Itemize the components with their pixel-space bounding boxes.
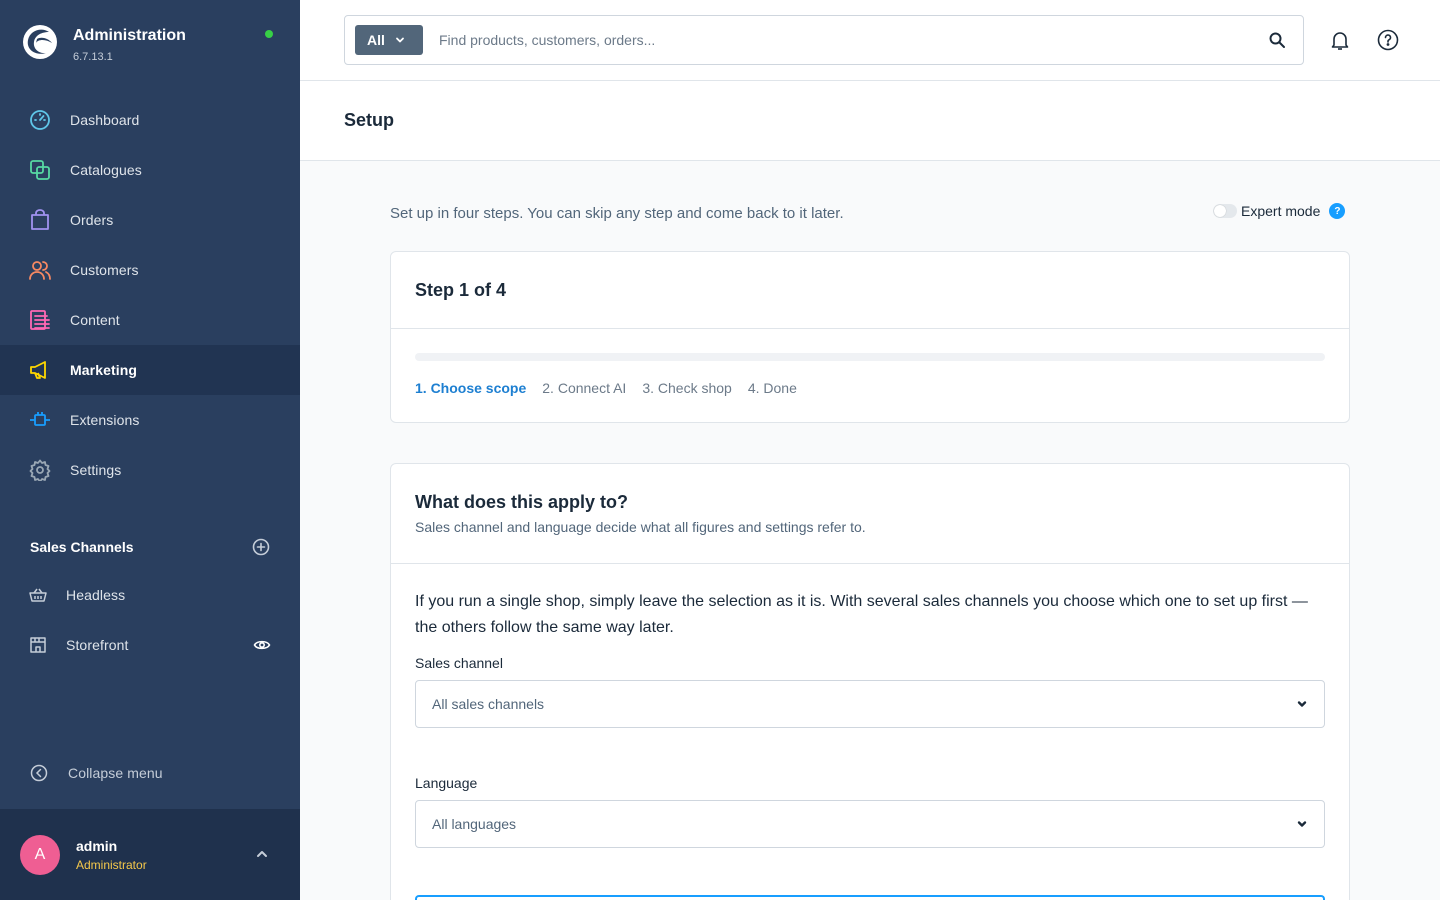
sidebar-item-dashboard[interactable]: Dashboard (0, 95, 300, 145)
sidebar-item-catalogues[interactable]: Catalogues (0, 145, 300, 195)
language-select[interactable]: All languages (415, 800, 1325, 848)
page-title: Setup (344, 110, 395, 130)
avatar: A (20, 834, 60, 875)
chevron-down-icon (395, 35, 405, 45)
sales-channel-storefront[interactable]: Storefront (0, 620, 300, 670)
sidebar-item-settings[interactable]: Settings (0, 445, 300, 495)
sidebar-item-label: Extensions (70, 412, 140, 428)
sales-channel-value: All sales channels (432, 696, 545, 712)
step-choose-scope[interactable]: 1. Choose scope (415, 380, 526, 396)
chevron-up-icon[interactable] (254, 846, 270, 862)
app-title: Administration (73, 27, 186, 44)
collapse-menu-button[interactable]: Collapse menu (30, 764, 163, 782)
brand[interactable]: Administration 6.7.13.1 (22, 24, 186, 63)
search-type-select[interactable]: All (355, 25, 423, 55)
next-field-focused-edge[interactable] (415, 895, 1325, 900)
sidebar-item-marketing[interactable]: Marketing (0, 345, 300, 395)
shopware-logo-icon (23, 25, 57, 59)
scope-card: What does this apply to? Sales channel a… (390, 463, 1350, 900)
step-list: 1. Choose scope 2. Connect AI 3. Check s… (415, 380, 813, 396)
language-field-label: Language (415, 775, 478, 791)
sidebar-item-label: Dashboard (70, 112, 140, 128)
scope-card-title: What does this apply to? (415, 492, 629, 512)
sidebar-item-label: Customers (70, 262, 139, 278)
help-icon[interactable] (1376, 28, 1400, 52)
sidebar-item-label: Content (70, 312, 120, 328)
user-name: admin (76, 837, 118, 854)
bell-icon[interactable] (1328, 28, 1352, 52)
catalogue-icon (28, 158, 52, 182)
scope-card-header: What does this apply to? Sales channel a… (391, 464, 1349, 564)
add-sales-channel-icon[interactable] (252, 538, 270, 556)
brand-text: Administration 6.7.13.1 (73, 27, 186, 63)
chevron-left-circle-icon (30, 764, 48, 782)
step-check-shop[interactable]: 3. Check shop (642, 380, 732, 396)
question-icon[interactable]: ? (1329, 203, 1346, 219)
sidebar-item-label: Catalogues (70, 162, 142, 178)
search-input[interactable] (439, 32, 1267, 48)
plug-icon (28, 408, 52, 432)
eye-icon[interactable] (252, 635, 272, 655)
content-icon (28, 308, 52, 332)
sidebar-item-label: Settings (70, 462, 122, 478)
sales-channels-header: Sales Channels (30, 538, 270, 556)
collapse-menu-label: Collapse menu (68, 765, 163, 781)
sidebar-item-content[interactable]: Content (0, 295, 300, 345)
sales-channel-label: Headless (66, 587, 126, 603)
chevron-down-icon (1296, 698, 1308, 710)
step-connect-ai[interactable]: 2. Connect AI (542, 380, 626, 396)
step-counter: Step 1 of 4 (415, 280, 507, 300)
sales-channel-list: Headless Storefront (0, 570, 300, 670)
expert-mode: Expert mode ? (1213, 203, 1346, 219)
basket-icon (28, 585, 48, 605)
sidebar-item-label: Marketing (70, 362, 138, 378)
sidebar-item-extensions[interactable]: Extensions (0, 395, 300, 445)
expert-mode-toggle[interactable] (1213, 204, 1237, 218)
sidebar-item-label: Orders (70, 212, 114, 228)
megaphone-icon (28, 358, 52, 382)
sales-channel-headless[interactable]: Headless (0, 570, 300, 620)
progress-bar (415, 353, 1325, 361)
scope-description: If you run a single shop, simply leave t… (415, 593, 1308, 636)
gear-icon (28, 458, 52, 482)
step-done[interactable]: 4. Done (748, 380, 797, 396)
app-version: 6.7.13.1 (73, 51, 113, 63)
language-value: All languages (432, 816, 517, 832)
intro-text: Set up in four steps. You can skip any s… (390, 205, 844, 222)
sales-channel-label: Storefront (66, 637, 129, 653)
sidebar-item-orders[interactable]: Orders (0, 195, 300, 245)
shopping-bag-icon (28, 208, 52, 232)
search-type-label: All (367, 32, 385, 48)
user-menu[interactable]: A admin Administrator (0, 809, 300, 900)
user-role: Administrator (76, 857, 147, 872)
steps-card: Step 1 of 4 1. Choose scope 2. Connect A… (390, 251, 1350, 423)
global-search: All (344, 15, 1304, 65)
chevron-down-icon (1296, 818, 1308, 830)
gauge-icon (28, 108, 52, 132)
status-indicator (265, 30, 273, 38)
steps-card-header: Step 1 of 4 (391, 252, 1349, 329)
scope-card-subtitle: Sales channel and language decide what a… (415, 519, 866, 535)
sales-channels-title: Sales Channels (30, 539, 134, 555)
user-info: admin Administrator (76, 838, 147, 872)
storefront-icon (28, 635, 48, 655)
top-bar: All (300, 0, 1440, 81)
sales-channel-field-label: Sales channel (415, 655, 503, 671)
main-nav: Dashboard Catalogues Orders Customers Co… (0, 95, 300, 495)
search-icon[interactable] (1267, 30, 1287, 50)
users-icon (28, 258, 52, 282)
sidebar-item-customers[interactable]: Customers (0, 245, 300, 295)
sidebar: Administration 6.7.13.1 Dashboard Catalo… (0, 0, 300, 900)
expert-mode-label: Expert mode (1241, 203, 1321, 219)
sales-channel-select[interactable]: All sales channels (415, 680, 1325, 728)
page-header: Setup (300, 81, 1440, 161)
